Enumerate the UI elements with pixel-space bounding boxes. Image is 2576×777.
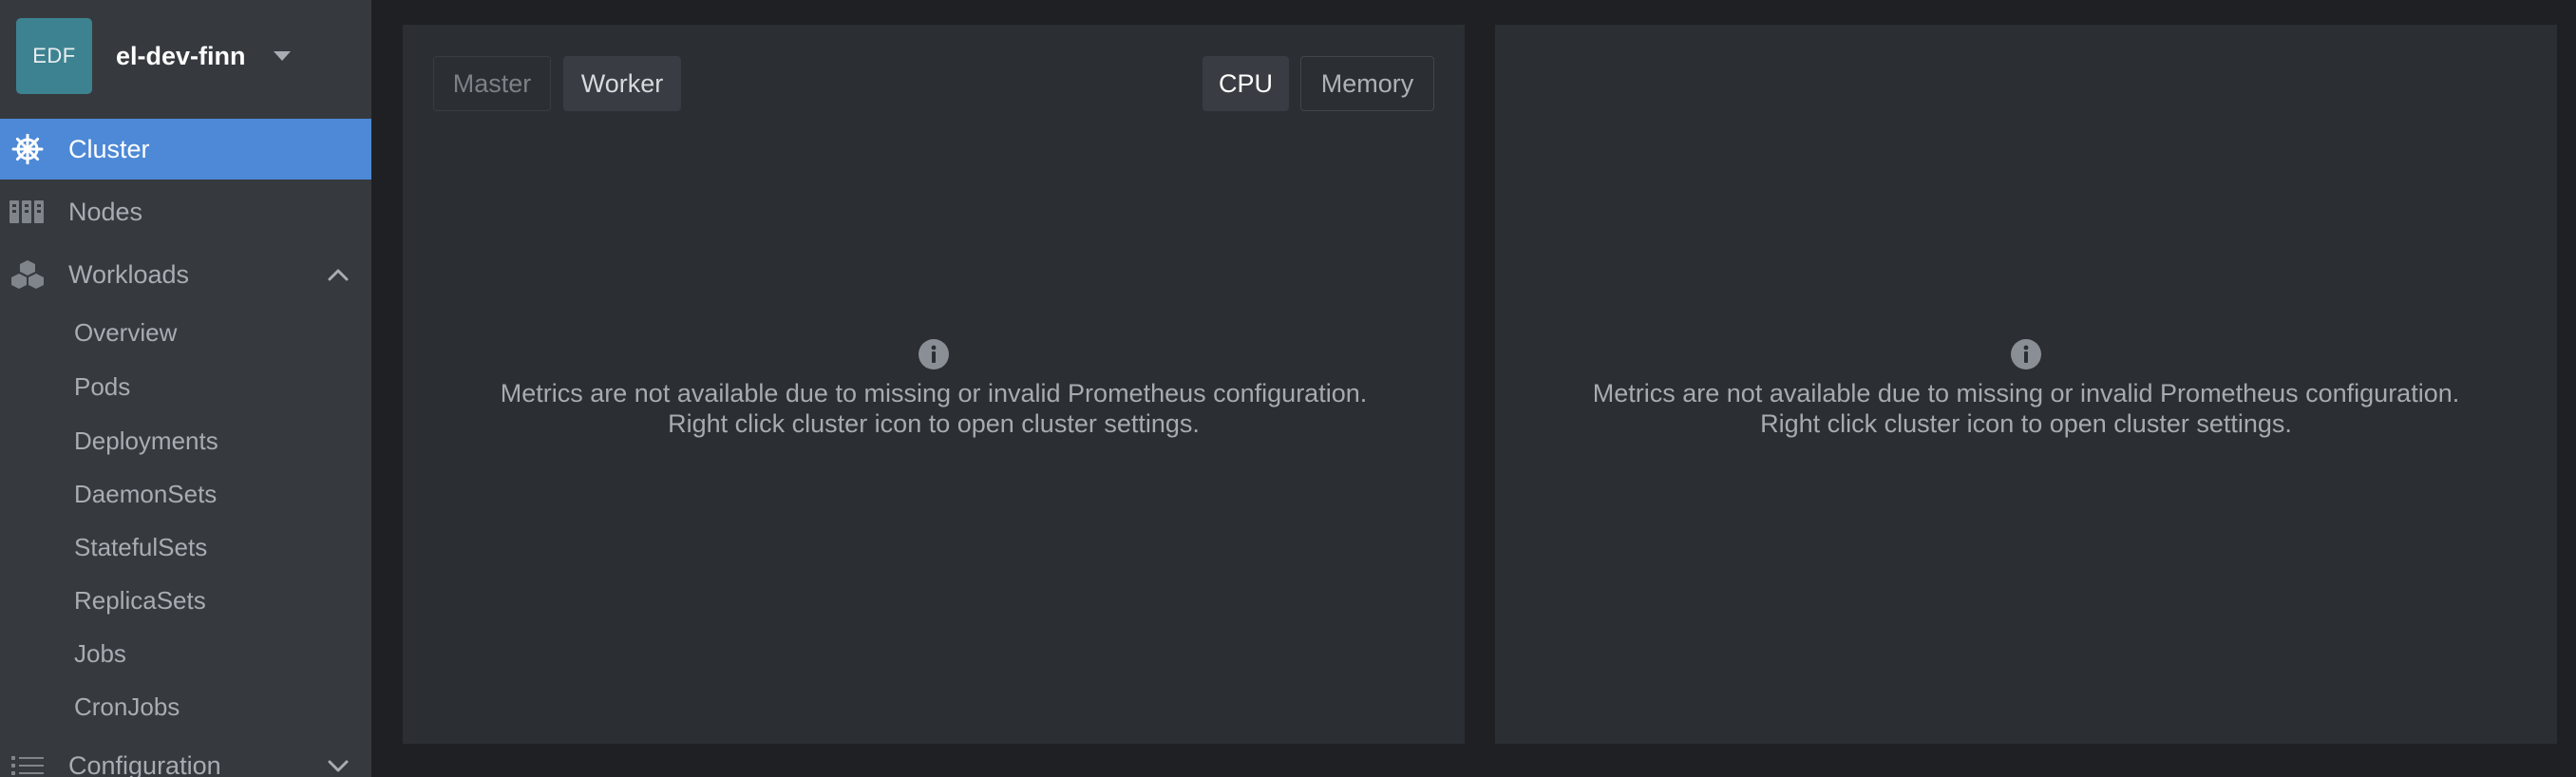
sidebar-item-workloads[interactable]: Workloads	[0, 244, 371, 305]
nodes-icon	[9, 200, 44, 223]
metrics-panel-pods: Metrics are not available due to missing…	[1495, 25, 2557, 744]
helm-wheel-icon	[11, 134, 44, 164]
info-icon	[2011, 339, 2041, 370]
sidebar-subitem-statefulsets[interactable]: StatefulSets	[74, 528, 207, 566]
notice-line-2: Right click cluster icon to open cluster…	[668, 409, 1200, 438]
metrics-panel-nodes: Master Worker CPU Memory Metrics are not…	[403, 25, 1465, 744]
sidebar-item-label: Cluster	[68, 134, 150, 163]
sidebar-item-cluster[interactable]: Cluster	[0, 119, 371, 180]
sidebar-subitem-overview[interactable]: Overview	[74, 313, 177, 351]
sidebar-subitem-pods[interactable]: Pods	[74, 368, 130, 406]
caret-down-icon[interactable]	[272, 49, 293, 63]
notice-line-1: Metrics are not available due to missing…	[1592, 379, 2460, 407]
tab-master[interactable]: Master	[433, 56, 551, 111]
sidebar-item-label: Configuration	[68, 750, 221, 777]
cubes-icon	[11, 260, 44, 289]
info-icon	[919, 339, 949, 370]
notice-line-1: Metrics are not available due to missing…	[500, 379, 1368, 407]
sidebar-item-configuration[interactable]: Configuration	[0, 735, 371, 777]
sidebar-subitem-deployments[interactable]: Deployments	[74, 422, 218, 460]
sidebar-item-nodes[interactable]: Nodes	[0, 181, 371, 242]
chevron-up-icon[interactable]	[327, 267, 350, 282]
sidebar-subitem-replicasets[interactable]: ReplicaSets	[74, 581, 206, 619]
app-window: EDF el-dev-finn Cluster Nodes Workloads …	[0, 0, 2576, 777]
chevron-down-icon[interactable]	[327, 758, 350, 773]
tab-cpu[interactable]: CPU	[1203, 56, 1289, 111]
tab-worker[interactable]: Worker	[563, 56, 681, 111]
list-icon	[11, 756, 44, 775]
metrics-unavailable-notice: Metrics are not available due to missing…	[1495, 338, 2557, 439]
metrics-unavailable-notice: Metrics are not available due to missing…	[403, 338, 1465, 439]
sidebar-item-label: Workloads	[68, 259, 190, 289]
tab-memory[interactable]: Memory	[1300, 56, 1434, 111]
sidebar-subitem-cronjobs[interactable]: CronJobs	[74, 688, 180, 726]
sidebar-item-label: Nodes	[68, 197, 143, 226]
notice-line-2: Right click cluster icon to open cluster…	[1760, 409, 2292, 438]
sidebar-subitem-daemonsets[interactable]: DaemonSets	[74, 475, 217, 513]
cluster-header[interactable]: EDF el-dev-finn	[0, 0, 371, 116]
cluster-name[interactable]: el-dev-finn	[116, 42, 246, 71]
sidebar-subitem-jobs[interactable]: Jobs	[74, 635, 126, 673]
sidebar: EDF el-dev-finn Cluster Nodes Workloads …	[0, 0, 371, 777]
cluster-avatar[interactable]: EDF	[16, 18, 92, 94]
